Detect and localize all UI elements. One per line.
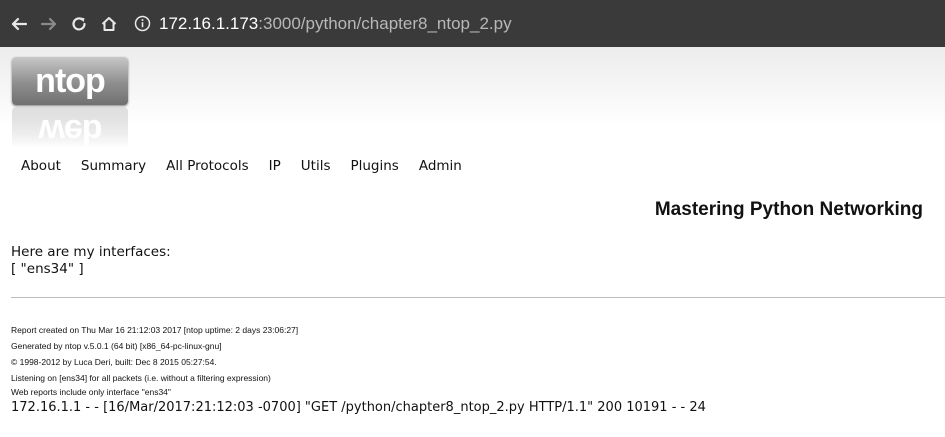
ntop-logo[interactable]: ntop	[12, 57, 128, 105]
forward-button[interactable]	[38, 13, 60, 35]
home-button[interactable]	[98, 13, 120, 35]
divider	[11, 297, 945, 298]
logo-reflection: web	[12, 107, 128, 147]
footer-copyright: © 1998-2012 by Luca Deri, built: Dec 8 2…	[11, 357, 217, 367]
back-button[interactable]	[8, 13, 30, 35]
menu-item-plugins[interactable]: Plugins	[350, 158, 398, 174]
footer-listening: Listening on [ens34] for all packets (i.…	[11, 373, 271, 383]
interfaces-text: Here are my interfaces: [ "ens34" ]	[11, 244, 171, 278]
footer-web-reports: Web reports include only interface "ens3…	[11, 387, 171, 397]
menu-item-ip[interactable]: IP	[269, 158, 281, 174]
menu-item-summary[interactable]: Summary	[81, 158, 146, 174]
reload-button[interactable]	[68, 13, 90, 35]
interfaces-list: [ "ens34" ]	[11, 261, 84, 277]
footer-generated-by: Generated by ntop v.5.0.1 (64 bit) [x86_…	[11, 341, 222, 351]
menu-item-about[interactable]: About	[21, 158, 61, 174]
footer-report-created: Report created on Thu Mar 16 21:12:03 20…	[11, 325, 299, 335]
ntop-header: ntop web	[0, 47, 945, 147]
reload-icon	[72, 16, 86, 30]
access-log-line: 172.16.1.1 - - [16/Mar/2017:21:12:03 -07…	[11, 400, 706, 415]
main-menu: About Summary All Protocols IP Utils Plu…	[21, 158, 482, 174]
page-title: Mastering Python Networking	[654, 199, 923, 220]
browser-toolbar: 172.16.1.173:3000/python/chapter8_ntop_2…	[0, 0, 945, 47]
forward-arrow-icon	[40, 17, 57, 30]
report-footer: Report created on Thu Mar 16 21:12:03 20…	[11, 322, 298, 397]
url-host: 172.16.1.173	[159, 13, 259, 33]
info-icon[interactable]	[134, 15, 151, 32]
back-arrow-icon	[11, 17, 28, 30]
menu-item-all-protocols[interactable]: All Protocols	[166, 158, 248, 174]
url-path: :3000/python/chapter8_ntop_2.py	[258, 13, 512, 33]
address-bar[interactable]: 172.16.1.173:3000/python/chapter8_ntop_2…	[134, 14, 512, 34]
interfaces-label: Here are my interfaces:	[11, 244, 171, 260]
menu-item-utils[interactable]: Utils	[301, 158, 331, 174]
logo-reflection-text: web	[12, 107, 128, 147]
menu-item-admin[interactable]: Admin	[419, 158, 462, 174]
home-icon	[101, 16, 117, 31]
